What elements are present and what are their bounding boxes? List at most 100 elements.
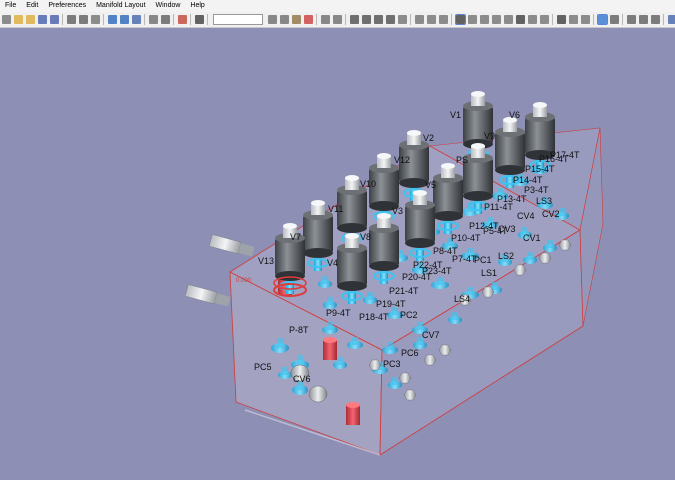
- menu-help[interactable]: Help: [185, 0, 209, 12]
- label-v12: V12: [394, 155, 410, 165]
- undo-icon[interactable]: [320, 15, 330, 24]
- zoom-in-icon[interactable]: [361, 15, 371, 24]
- toolbar-combo-input[interactable]: [213, 14, 263, 25]
- solenoid-coil: [369, 228, 399, 266]
- toolbar-separator: [663, 14, 664, 25]
- pen-icon[interactable]: [556, 15, 566, 24]
- toolbar-separator: [173, 14, 174, 25]
- image-icon[interactable]: [539, 15, 549, 24]
- manifold-3d-model: 0.000 V1 V9 V6 V2 PS V12 V5 V10 V3 V11 V8 V7 V4 V13 P1…: [184, 91, 604, 456]
- align-icon[interactable]: [580, 15, 590, 24]
- menu-edit[interactable]: Edit: [21, 0, 43, 12]
- label-ls3: LS3: [536, 196, 552, 206]
- label-v11: V11: [328, 204, 343, 214]
- toolbar-separator: [622, 14, 623, 25]
- label-v8: V8: [360, 232, 371, 242]
- diamond-icon[interactable]: [491, 15, 501, 24]
- rect-icon[interactable]: [479, 15, 489, 24]
- zoom-icon[interactable]: [349, 15, 359, 24]
- save-all-icon[interactable]: [49, 15, 59, 24]
- label-pc5: PC5: [254, 362, 272, 372]
- label-p11-4t: P11-4T: [484, 202, 513, 212]
- label-v10: V10: [360, 179, 376, 189]
- lines-icon[interactable]: [568, 15, 578, 24]
- view-icon[interactable]: [119, 15, 129, 24]
- toolbar: [0, 12, 675, 28]
- open-folder-icon[interactable]: [13, 15, 23, 24]
- label-v2: V2: [423, 133, 434, 143]
- zoom-fit-icon[interactable]: [385, 15, 395, 24]
- label-ls1: LS1: [481, 268, 497, 278]
- label-cv7: CV7: [422, 330, 440, 340]
- label-v13: V13: [258, 256, 274, 266]
- label-pc6: PC6: [401, 348, 419, 358]
- redo-icon[interactable]: [332, 15, 342, 24]
- report-icon[interactable]: [160, 15, 170, 24]
- label-p3-4t: P3-4T: [524, 185, 549, 195]
- list-icon[interactable]: [650, 15, 660, 24]
- label-v5: V5: [425, 180, 436, 190]
- solenoid-coil: [495, 132, 525, 170]
- table-icon[interactable]: [527, 15, 537, 24]
- dimension-label: 0.000: [236, 278, 252, 284]
- menu-file[interactable]: File: [0, 0, 21, 12]
- cut-icon[interactable]: [267, 15, 277, 24]
- label-p10-4t: P10-4T: [451, 233, 481, 243]
- label-p-8t: P-8T: [289, 325, 309, 335]
- dimension-icon[interactable]: [438, 15, 448, 24]
- parts-icon[interactable]: [131, 15, 141, 24]
- label-p17-4t: P17-4T: [550, 150, 580, 160]
- toolbar-separator: [103, 14, 104, 25]
- dollar-icon[interactable]: [194, 15, 204, 24]
- pan-icon[interactable]: [397, 15, 407, 24]
- measure-icon[interactable]: [414, 15, 424, 24]
- toolbar-separator: [451, 14, 452, 25]
- label-p20-4t: P20-4T: [402, 272, 432, 282]
- print-icon[interactable]: [66, 15, 76, 24]
- label-cv6: CV6: [293, 374, 311, 384]
- manifold-icon[interactable]: [107, 15, 117, 24]
- solenoid-coil: [433, 178, 463, 216]
- cartridge-valve: [208, 234, 242, 255]
- cartridge-valve: [184, 284, 218, 305]
- label-cv4: CV4: [517, 211, 535, 221]
- circle-icon[interactable]: [503, 15, 513, 24]
- color-icon[interactable]: [177, 15, 187, 24]
- text-icon[interactable]: [515, 15, 525, 24]
- save-icon[interactable]: [37, 15, 47, 24]
- angle-icon[interactable]: [426, 15, 436, 24]
- label-ls2: LS2: [498, 251, 514, 261]
- label-v3: V3: [392, 206, 403, 216]
- zoom-out-icon[interactable]: [373, 15, 383, 24]
- 3d-viewport[interactable]: 0.000 V1 V9 V6 V2 PS V12 V5 V10 V3 V11 V8 V7 V4 V13 P1…: [0, 28, 675, 480]
- toolbar-separator: [345, 14, 346, 25]
- label-pc3: PC3: [383, 359, 401, 369]
- layout-icon[interactable]: [626, 15, 636, 24]
- print-preview-icon[interactable]: [78, 15, 88, 24]
- menu-window[interactable]: Window: [151, 0, 186, 12]
- paste-icon[interactable]: [291, 15, 301, 24]
- label-cv3: CV3: [498, 224, 516, 234]
- render-icon[interactable]: [596, 14, 608, 25]
- label-pc1: PC1: [474, 255, 492, 265]
- copy-icon[interactable]: [279, 15, 289, 24]
- copy-image-icon[interactable]: [148, 15, 158, 24]
- menu-manifold-layout[interactable]: Manifold Layout: [91, 0, 150, 12]
- label-cv2: CV2: [542, 209, 560, 219]
- line-icon[interactable]: [467, 15, 477, 24]
- new-file-icon[interactable]: [1, 15, 11, 24]
- label-p18-4t: P18-4T: [359, 312, 389, 322]
- toolbar-separator: [410, 14, 411, 25]
- select-arrow-icon[interactable]: [454, 14, 466, 25]
- solenoid-coil: [405, 205, 435, 243]
- window-icon[interactable]: [667, 15, 675, 24]
- page-setup-icon[interactable]: [90, 15, 100, 24]
- grid-icon[interactable]: [638, 15, 648, 24]
- label-p21-4t: P21-4T: [389, 286, 419, 296]
- label-v4: V4: [327, 258, 338, 268]
- menu-preferences[interactable]: Preferences: [43, 0, 91, 12]
- delete-icon[interactable]: [303, 15, 313, 24]
- gear-icon[interactable]: [609, 15, 619, 24]
- toolbar-separator: [190, 14, 191, 25]
- open-icon[interactable]: [25, 15, 35, 24]
